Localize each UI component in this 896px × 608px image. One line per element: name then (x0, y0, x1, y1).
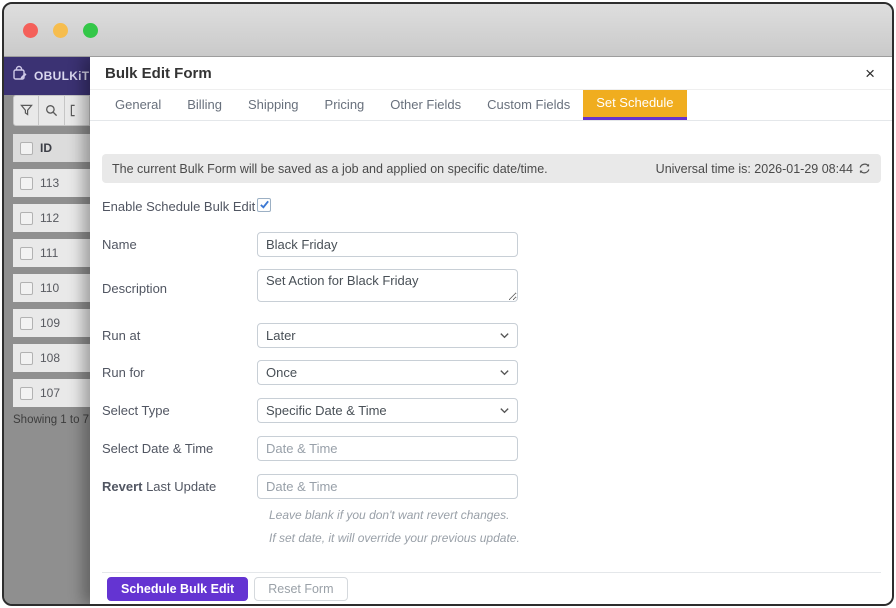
tab-custom-fields[interactable]: Custom Fields (474, 90, 583, 120)
select-datetime-label: Select Date & Time (102, 441, 257, 456)
close-icon[interactable]: × (865, 65, 875, 82)
table-row[interactable]: 111 (13, 239, 90, 267)
row-checkbox[interactable] (20, 177, 33, 190)
refresh-icon[interactable] (858, 162, 871, 175)
table-row[interactable]: 108 (13, 344, 90, 372)
reset-form-button[interactable]: Reset Form (254, 577, 347, 601)
chevron-down-icon (499, 405, 510, 416)
app-header: OBULKiT (4, 57, 90, 95)
row-checkbox[interactable] (20, 352, 33, 365)
revert-datetime-input[interactable] (257, 474, 518, 499)
tab-set-schedule[interactable]: Set Schedule (583, 90, 686, 120)
revert-last-update-label: Revert Last Update (102, 479, 257, 494)
brand-name: OBULKiT (34, 69, 89, 83)
table-header-row: ID (13, 134, 90, 162)
run-at-label: Run at (102, 328, 257, 343)
row-checkbox[interactable] (20, 247, 33, 260)
select-all-checkbox[interactable] (20, 142, 33, 155)
table-pagination-summary: Showing 1 to 7 of (13, 414, 90, 426)
description-label: Description (102, 281, 257, 296)
row-checkbox[interactable] (20, 387, 33, 400)
row-checkbox[interactable] (20, 317, 33, 330)
row-checkbox[interactable] (20, 212, 33, 225)
check-icon (259, 199, 270, 210)
description-textarea[interactable] (257, 269, 518, 302)
app-window: OBULKiT (2, 2, 894, 606)
id-column-header: ID (40, 141, 52, 155)
export-button[interactable] (64, 95, 90, 126)
filter-button[interactable] (13, 95, 39, 126)
row-checkbox[interactable] (20, 282, 33, 295)
modal-title: Bulk Edit Form (105, 65, 212, 82)
tab-billing[interactable]: Billing (174, 90, 235, 120)
search-icon (45, 104, 58, 117)
export-icon (70, 104, 83, 117)
filter-icon (20, 104, 33, 117)
revert-help-text-1: Leave blank if you don't want revert cha… (269, 508, 881, 522)
table-row[interactable]: 107 (13, 379, 90, 407)
zoom-window-button[interactable] (83, 23, 98, 38)
table-toolbar (4, 95, 90, 126)
table-row[interactable]: 113 (13, 169, 90, 197)
window-titlebar (4, 4, 892, 57)
products-table: ID 113 112 111 110 (13, 134, 90, 407)
name-label: Name (102, 237, 257, 252)
tab-general[interactable]: General (102, 90, 174, 120)
notice-message: The current Bulk Form will be saved as a… (112, 162, 548, 176)
minimize-window-button[interactable] (53, 23, 68, 38)
modal-footer: Schedule Bulk Edit Reset Form (102, 572, 881, 604)
run-at-select[interactable]: Later (257, 323, 518, 348)
brand-logo-icon (12, 65, 29, 87)
select-type-label: Select Type (102, 403, 257, 418)
chevron-down-icon (499, 367, 510, 378)
select-type-select[interactable]: Specific Date & Time (257, 398, 518, 423)
run-for-select[interactable]: Once (257, 360, 518, 385)
search-button[interactable] (38, 95, 64, 126)
chevron-down-icon (499, 330, 510, 341)
modal-header: Bulk Edit Form × (90, 57, 892, 90)
tab-other-fields[interactable]: Other Fields (377, 90, 474, 120)
tab-pricing[interactable]: Pricing (312, 90, 378, 120)
schedule-notice-bar: The current Bulk Form will be saved as a… (102, 154, 881, 183)
name-input[interactable] (257, 232, 518, 257)
table-row[interactable]: 109 (13, 309, 90, 337)
set-schedule-panel: The current Bulk Form will be saved as a… (90, 121, 892, 604)
revert-help-text-2: If set date, it will override your previ… (269, 531, 881, 545)
table-row[interactable]: 112 (13, 204, 90, 232)
enable-schedule-checkbox[interactable] (257, 198, 271, 212)
bulk-edit-form-modal: Bulk Edit Form × General Billing Shippin… (90, 57, 892, 604)
close-window-button[interactable] (23, 23, 38, 38)
select-datetime-input[interactable] (257, 436, 518, 461)
schedule-bulk-edit-button[interactable]: Schedule Bulk Edit (107, 577, 248, 601)
universal-time-text: Universal time is: 2026-01-29 08:44 (656, 162, 853, 176)
tab-shipping[interactable]: Shipping (235, 90, 312, 120)
modal-tabs: General Billing Shipping Pricing Other F… (90, 90, 892, 121)
table-row[interactable]: 110 (13, 274, 90, 302)
run-for-label: Run for (102, 365, 257, 380)
background-page: OBULKiT (4, 57, 90, 604)
enable-schedule-label: Enable Schedule Bulk Edit (102, 199, 257, 214)
